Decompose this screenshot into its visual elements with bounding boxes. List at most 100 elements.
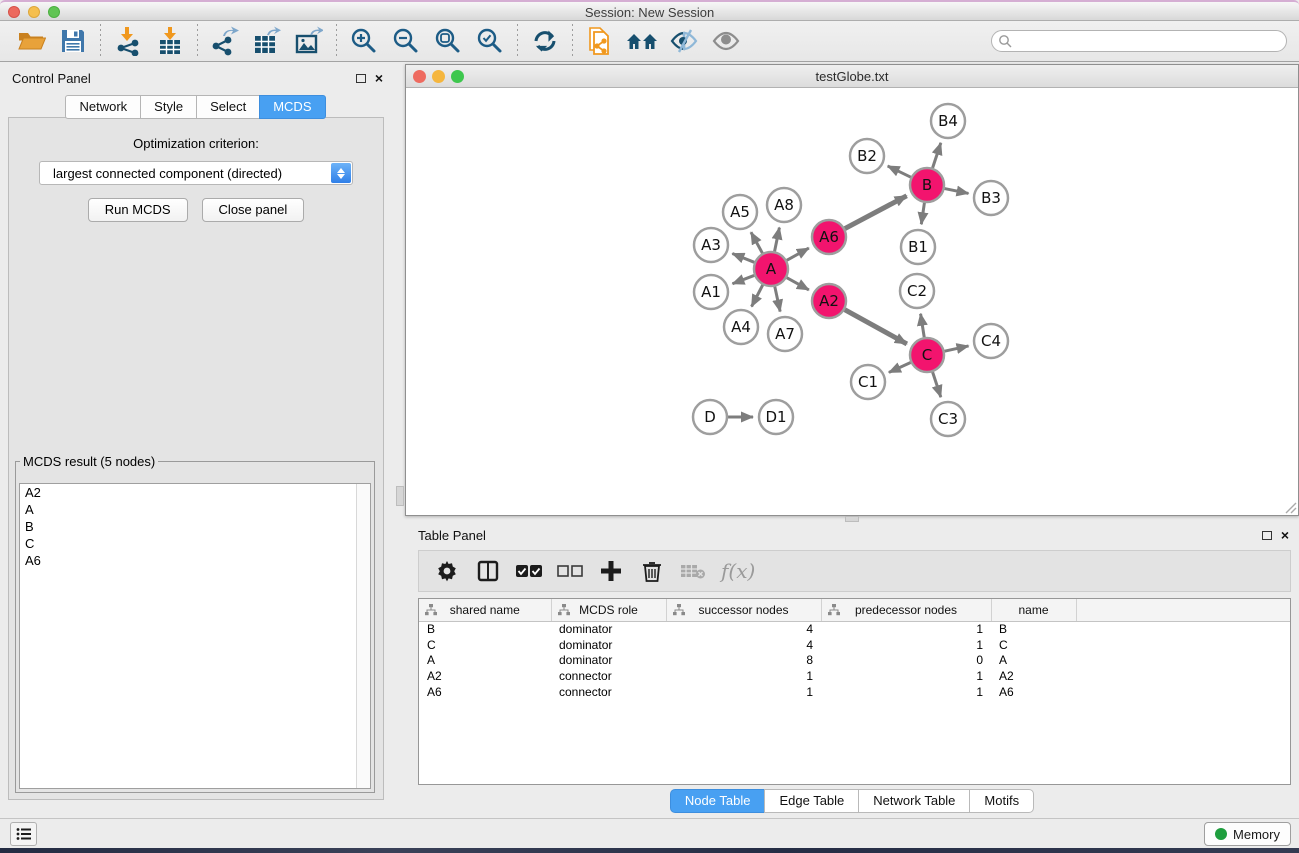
edge-A-A3[interactable] [732,254,754,263]
edge-C-C3[interactable] [933,372,941,397]
edge-C-C4[interactable] [945,346,969,351]
tab-motifs[interactable]: Motifs [969,789,1034,813]
float-table-panel-icon[interactable] [1262,531,1272,540]
close-panel-icon[interactable]: × [375,73,383,83]
edge-B-B3[interactable] [945,189,969,194]
cell-shared-name[interactable]: A6 [419,684,551,700]
export-network-icon[interactable] [204,23,246,59]
cell-successor-nodes[interactable]: 1 [666,684,821,700]
table-row[interactable]: A2connector11A2 [419,668,1290,684]
cell-predecessor-nodes[interactable]: 1 [821,621,991,637]
node-A5[interactable]: A5 [723,195,757,229]
cell-shared-name[interactable]: B [419,621,551,637]
node-C4[interactable]: C4 [974,324,1008,358]
network-graph[interactable]: B4B2BB3A8A5A6A3B1AA1C2A2A4A7C4CC1C3DD1 [406,88,1298,515]
edge-A-A5[interactable] [751,232,762,253]
node-D1[interactable]: D1 [759,400,793,434]
table-row[interactable]: Cdominator41C [419,637,1290,653]
delete-columns-icon[interactable] [639,556,665,586]
edge-A-A6[interactable] [787,248,809,260]
node-B3[interactable]: B3 [974,181,1008,215]
edge-B-B1[interactable] [921,203,924,224]
import-table-icon[interactable] [149,23,191,59]
edge-A2-C[interactable] [845,310,907,344]
export-image-icon[interactable] [288,23,330,59]
vertical-divider-grip[interactable] [396,486,404,506]
column-header-successor-nodes[interactable]: successor nodes [666,599,821,621]
close-table-panel-icon[interactable]: × [1281,530,1289,540]
table-row[interactable]: Adominator80A [419,652,1290,668]
node-table[interactable]: shared nameMCDS rolesuccessor nodesprede… [418,598,1291,785]
edge-A-A4[interactable] [752,285,763,307]
node-C2[interactable]: C2 [900,274,934,308]
node-A8[interactable]: A8 [767,188,801,222]
node-C1[interactable]: C1 [851,365,885,399]
node-A6[interactable]: A6 [812,220,846,254]
apply-layout-icon[interactable] [524,23,566,59]
tab-style[interactable]: Style [140,95,196,119]
cell-MCDS-role[interactable]: dominator [551,637,666,653]
node-A4[interactable]: A4 [724,310,758,344]
column-header-MCDS-role[interactable]: MCDS role [551,599,666,621]
node-B[interactable]: B [910,168,944,202]
table-row[interactable]: A6connector11A6 [419,684,1290,700]
edge-A-A7[interactable] [775,287,780,312]
result-item[interactable]: A [20,501,370,518]
cell-predecessor-nodes[interactable]: 1 [821,637,991,653]
function-builder-icon[interactable]: f(x) [721,559,755,583]
zoom-fit-icon[interactable] [427,23,469,59]
export-table-icon[interactable] [246,23,288,59]
cell-predecessor-nodes[interactable]: 1 [821,684,991,700]
tab-select[interactable]: Select [196,95,259,119]
resize-grip-icon[interactable] [1285,502,1297,514]
tab-edge-table[interactable]: Edge Table [764,789,858,813]
tab-network-table[interactable]: Network Table [858,789,969,813]
tab-node-table[interactable]: Node Table [670,789,765,813]
cell-name[interactable]: A2 [991,668,1076,684]
node-B4[interactable]: B4 [931,104,965,138]
tab-mcds[interactable]: MCDS [259,95,325,119]
show-columns-icon[interactable] [475,556,501,586]
network-canvas[interactable]: B4B2BB3A8A5A6A3B1AA1C2A2A4A7C4CC1C3DD1 [406,88,1298,515]
cell-successor-nodes[interactable]: 4 [666,637,821,653]
edge-B-B4[interactable] [933,143,941,168]
node-C3[interactable]: C3 [931,402,965,436]
result-item[interactable]: C [20,535,370,552]
add-column-icon[interactable] [598,556,624,586]
edge-B-B2[interactable] [888,166,911,177]
run-mcds-button[interactable]: Run MCDS [88,198,188,222]
result-item[interactable]: A2 [20,484,370,501]
memory-button[interactable]: Memory [1204,822,1291,846]
table-row[interactable]: Bdominator41B [419,621,1290,637]
select-all-columns-icon[interactable] [516,556,542,586]
node-A7[interactable]: A7 [768,317,802,351]
cell-successor-nodes[interactable]: 4 [666,621,821,637]
node-A2[interactable]: A2 [812,284,846,318]
node-B2[interactable]: B2 [850,139,884,173]
cell-predecessor-nodes[interactable]: 0 [821,652,991,668]
cell-MCDS-role[interactable]: connector [551,668,666,684]
mcds-result-list[interactable]: A2ABCA6 [19,483,371,789]
zoom-selected-icon[interactable] [469,23,511,59]
unselect-all-columns-icon[interactable] [557,556,583,586]
column-header-name[interactable]: name [991,599,1076,621]
task-history-button[interactable] [10,822,37,846]
edge-A6-B[interactable] [845,196,907,229]
search-input[interactable] [991,30,1287,52]
criterion-select[interactable]: largest connected component (directed) [39,161,353,185]
cell-shared-name[interactable]: A [419,652,551,668]
tab-network[interactable]: Network [65,95,140,119]
edge-C-C2[interactable] [921,314,925,337]
zoom-in-icon[interactable] [343,23,385,59]
table-settings-icon[interactable] [434,556,460,586]
node-A[interactable]: A [754,252,788,286]
first-neighbors-icon[interactable] [621,23,663,59]
zoom-out-icon[interactable] [385,23,427,59]
node-A1[interactable]: A1 [694,275,728,309]
hide-selected-icon[interactable] [663,23,705,59]
cell-MCDS-role[interactable]: dominator [551,652,666,668]
delete-table-icon[interactable] [680,556,706,586]
cell-successor-nodes[interactable]: 1 [666,668,821,684]
column-header-predecessor-nodes[interactable]: predecessor nodes [821,599,991,621]
cell-MCDS-role[interactable]: dominator [551,621,666,637]
